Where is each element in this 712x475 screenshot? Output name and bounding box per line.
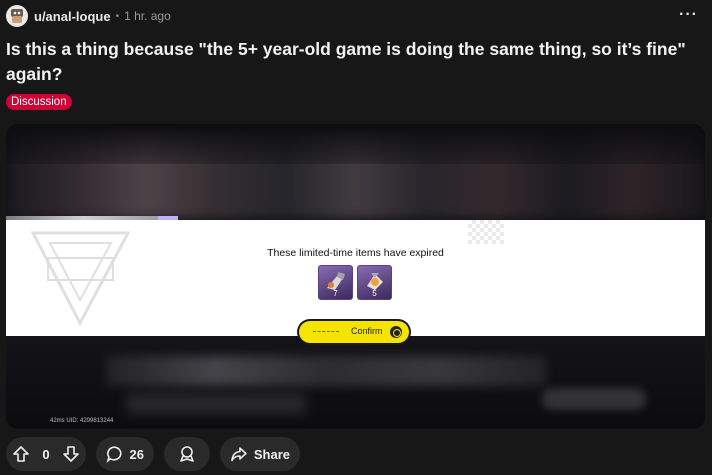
confirm-button[interactable]: Confirm — [299, 321, 409, 343]
expired-items: 7 5 — [318, 265, 392, 300]
comments-button[interactable]: 26 — [96, 437, 154, 471]
vote-control: 0 — [6, 437, 86, 471]
dialog-accent-bar-tip — [158, 216, 178, 220]
item-slot: 5 — [357, 265, 392, 300]
status-line: 42ms UID: 4299813244 — [50, 418, 114, 424]
blurred-background-overlay — [6, 124, 705, 164]
upvote-icon[interactable] — [12, 445, 30, 463]
share-button[interactable]: Share — [220, 437, 300, 471]
vote-count: 0 — [42, 446, 50, 462]
comment-icon — [106, 446, 122, 463]
avatar[interactable] — [6, 5, 28, 27]
more-options-icon[interactable]: ··· — [679, 6, 698, 24]
expired-message: These limited-time items have expired — [267, 247, 444, 259]
confirm-label: Confirm — [351, 326, 383, 336]
item-slot: 7 — [318, 265, 353, 300]
confirm-icon — [390, 326, 402, 338]
post-title[interactable]: Is this a thing because "the 5+ year-old… — [6, 37, 696, 87]
dialog-accent-bar — [6, 216, 161, 220]
username[interactable]: u/anal-loque — [34, 9, 111, 24]
award-button[interactable] — [164, 437, 210, 471]
blurred-text — [126, 394, 306, 414]
award-icon — [180, 446, 194, 462]
checker-pattern — [468, 220, 504, 244]
separator-dot: • — [115, 10, 120, 22]
post-time: 1 hr. ago — [124, 9, 171, 23]
blurred-item-row — [106, 356, 546, 386]
post-header: u/anal-loque • 1 hr. ago ··· — [6, 4, 706, 28]
action-bar: 0 26 Share — [6, 437, 300, 471]
confirm-dash-decoration — [313, 331, 339, 332]
comment-count: 26 — [129, 446, 144, 462]
post-flair[interactable]: Discussion — [6, 94, 72, 110]
avatar-icon — [11, 9, 23, 23]
item-count: 7 — [333, 289, 338, 298]
blurred-button — [542, 388, 646, 410]
share-icon — [231, 447, 247, 462]
game-logo-watermark-icon — [30, 231, 131, 327]
item-count: 5 — [372, 289, 377, 298]
post-image[interactable]: These limited-time items have expired 7 … — [6, 124, 705, 429]
share-label: Share — [253, 446, 290, 462]
downvote-icon[interactable] — [62, 445, 80, 463]
